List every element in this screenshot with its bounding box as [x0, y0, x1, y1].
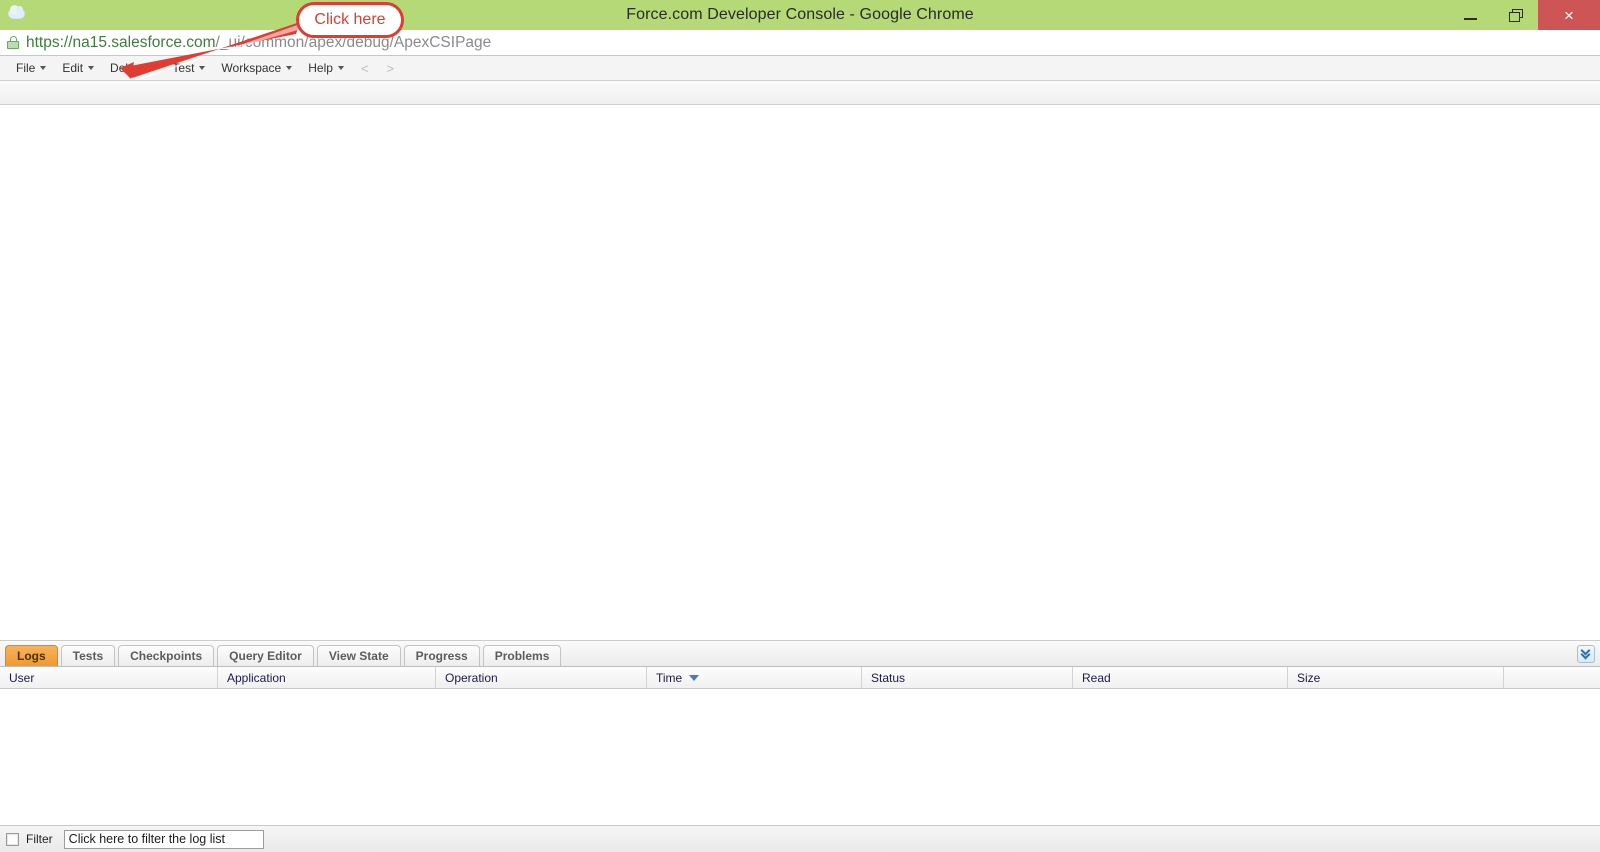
menu-item-help[interactable]: Help	[300, 58, 352, 78]
browser-window: Force.com Developer Console - Google Chr…	[0, 0, 1600, 852]
column-label: Size	[1297, 670, 1321, 685]
column-header-read[interactable]: Read	[1073, 667, 1288, 688]
nav-forward-icon[interactable]: >	[378, 61, 404, 76]
log-list-grid: User Application Operation Time Status R…	[0, 667, 1600, 825]
column-header-size[interactable]: Size	[1288, 667, 1504, 688]
filter-input[interactable]: Click here to filter the log list	[63, 829, 264, 849]
restore-button[interactable]	[1493, 0, 1538, 30]
chevron-down-icon	[88, 66, 95, 70]
chevron-down-icon	[150, 66, 157, 70]
tab-label: Problems	[494, 649, 550, 663]
tab-label: Tests	[72, 649, 104, 663]
tab-logs[interactable]: Logs	[5, 645, 58, 666]
menu-label: Debug	[110, 61, 146, 75]
tab-problems[interactable]: Problems	[482, 645, 562, 666]
tab-label: Logs	[17, 649, 46, 663]
column-header-status[interactable]: Status	[862, 667, 1073, 688]
window-controls: ×	[1448, 0, 1600, 30]
url-path: /_ui/common/apex/debug/ApexCSIPage	[215, 33, 492, 51]
column-label: User	[9, 670, 35, 685]
column-header-spacer	[1504, 667, 1600, 688]
tab-checkpoints[interactable]: Checkpoints	[118, 645, 215, 666]
panel-tabbar: Logs Tests Checkpoints Query Editor View…	[0, 640, 1600, 667]
sort-descending-icon	[689, 674, 700, 681]
grid-body-empty[interactable]	[0, 689, 1600, 825]
menu-item-workspace[interactable]: Workspace	[213, 58, 300, 78]
window-title: Force.com Developer Console - Google Chr…	[626, 6, 974, 23]
tab-tests[interactable]: Tests	[60, 645, 116, 666]
console-toolbar	[0, 81, 1600, 105]
menu-label: Test	[172, 61, 195, 75]
menu-item-debug[interactable]: Debug	[102, 58, 164, 78]
nav-back-icon[interactable]: <	[352, 61, 378, 76]
column-header-operation[interactable]: Operation	[436, 667, 647, 688]
console-menubar: File Edit Debug Test Workspace Help < >	[0, 56, 1600, 81]
filter-label: Filter	[26, 832, 53, 846]
column-label: Status	[871, 670, 906, 685]
chevron-down-icon	[337, 66, 344, 70]
column-label: Application	[227, 670, 286, 685]
chevron-down-icon	[40, 66, 47, 70]
column-label: Read	[1082, 670, 1111, 685]
close-button[interactable]: ×	[1538, 0, 1600, 30]
chevron-down-icon	[199, 66, 206, 70]
menu-label: File	[16, 61, 36, 75]
menu-label: Help	[308, 61, 333, 75]
menu-item-file[interactable]: File	[8, 58, 54, 78]
url-text: https://na15.salesforce.com/_ui/common/a…	[26, 34, 491, 52]
minimize-icon	[1464, 18, 1477, 20]
column-header-application[interactable]: Application	[218, 667, 436, 688]
menu-label: Edit	[62, 61, 84, 75]
chevron-down-icon	[286, 66, 293, 70]
restore-icon	[1508, 8, 1523, 22]
tab-view-state[interactable]: View State	[316, 645, 401, 666]
url-host: https://na15.salesforce.com	[26, 33, 216, 51]
grid-header-row: User Application Operation Time Status R…	[0, 667, 1600, 689]
tab-label: View State	[328, 649, 389, 663]
column-label: Operation	[445, 670, 498, 685]
menu-label: Workspace	[221, 61, 282, 75]
column-header-user[interactable]: User	[0, 667, 218, 688]
address-bar[interactable]: https://na15.salesforce.com/_ui/common/a…	[0, 30, 1600, 56]
menu-item-edit[interactable]: Edit	[54, 58, 102, 78]
filter-checkbox[interactable]	[6, 832, 19, 846]
column-label: Time	[656, 670, 683, 685]
bottom-panel: Logs Tests Checkpoints Query Editor View…	[0, 640, 1600, 852]
window-titlebar: Force.com Developer Console - Google Chr…	[0, 0, 1600, 30]
log-filter-bar: Filter Click here to filter the log list	[0, 825, 1600, 852]
editor-workspace[interactable]	[0, 105, 1600, 645]
tab-query-editor[interactable]: Query Editor	[217, 645, 314, 666]
lock-icon	[7, 35, 19, 50]
tab-label: Progress	[415, 649, 468, 663]
close-icon: ×	[1564, 5, 1574, 25]
tab-progress[interactable]: Progress	[403, 645, 480, 666]
chevron-double-down-icon	[1580, 645, 1591, 660]
tab-label: Query Editor	[229, 649, 302, 663]
tab-label: Checkpoints	[130, 649, 203, 663]
menu-item-test[interactable]: Test	[164, 58, 213, 78]
panel-expand-button[interactable]	[1577, 645, 1595, 663]
minimize-button[interactable]	[1448, 0, 1493, 30]
column-header-time[interactable]: Time	[647, 667, 862, 688]
